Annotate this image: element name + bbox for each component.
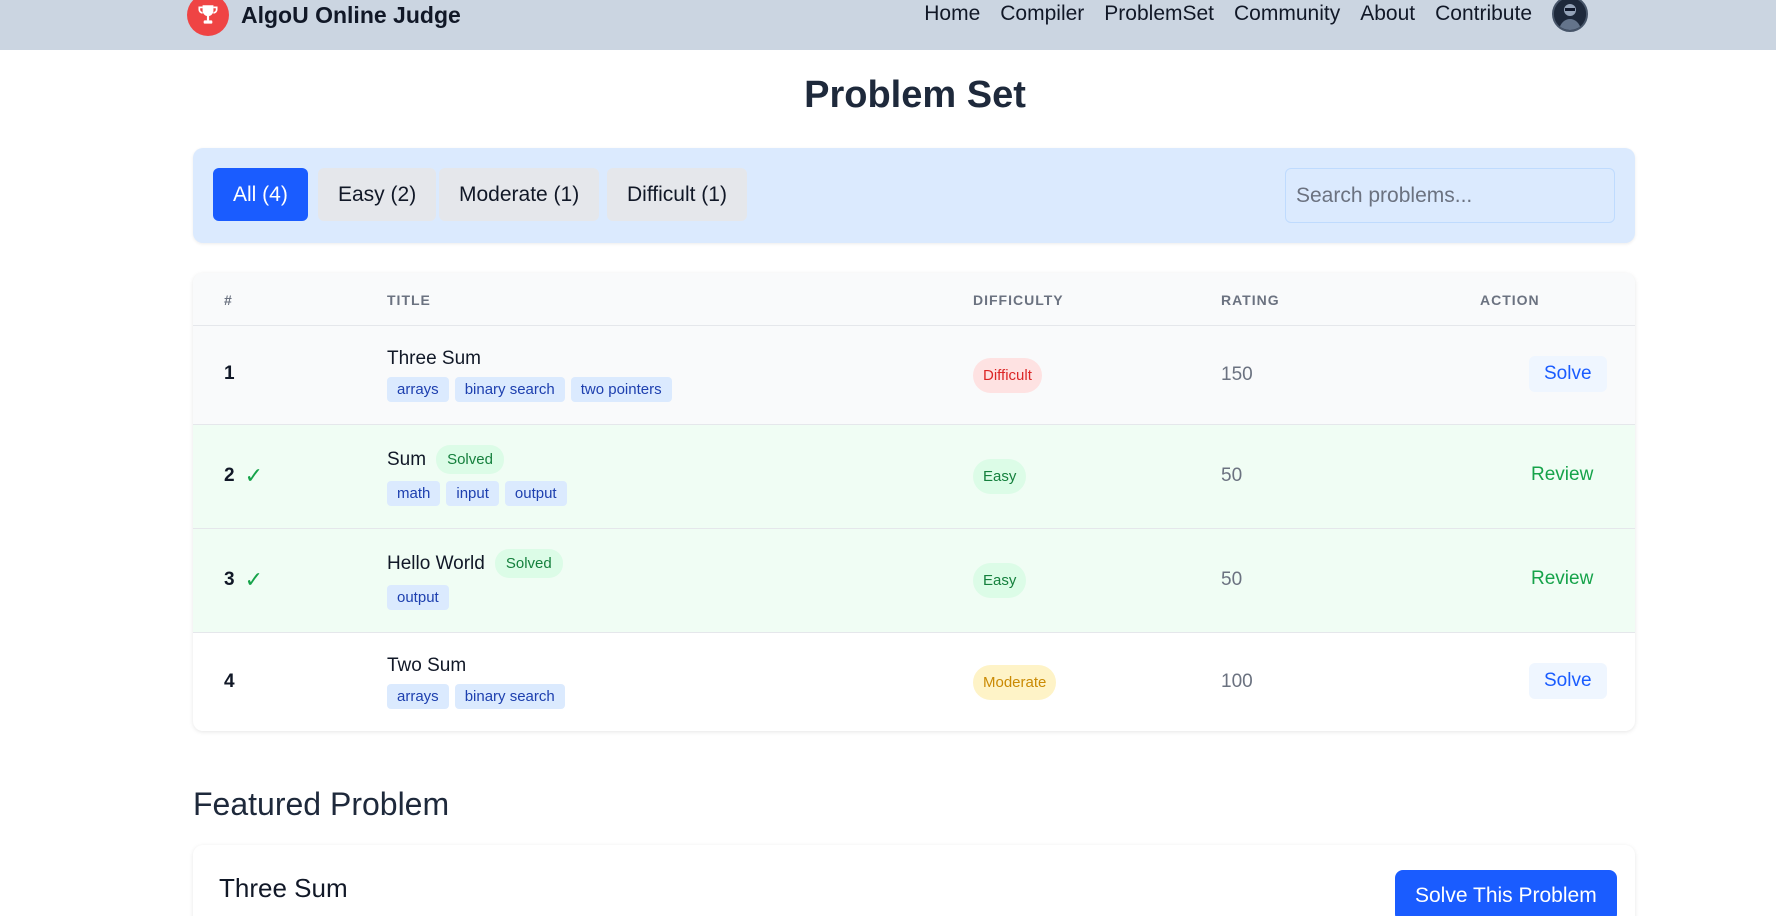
difficulty-badge: Moderate — [973, 665, 1057, 700]
problem-title[interactable]: Hello World — [387, 553, 485, 575]
tag-list: math input output — [387, 481, 567, 506]
table-row: 2 ✓ Sum Solved math input output Easy 50… — [193, 425, 1635, 529]
difficulty-badge: Difficult — [973, 358, 1042, 393]
search-input[interactable] — [1285, 168, 1615, 223]
tag: arrays — [387, 684, 449, 709]
solve-button[interactable]: Solve — [1529, 663, 1607, 699]
tag-list: arrays binary search — [387, 684, 565, 709]
featured-card: Three Sum Solve This Problem — [193, 845, 1635, 916]
table-row: 1 Three Sum arrays binary search two poi… — [193, 326, 1635, 425]
solved-badge: Solved — [494, 549, 563, 578]
filter-easy-button[interactable]: Easy (2) — [318, 168, 437, 221]
nav-problemset[interactable]: ProblemSet — [1104, 2, 1214, 26]
nav-contribute[interactable]: Contribute — [1435, 2, 1532, 26]
problems-table: # TITLE DIFFICULTY RATING ACTION 1 Three… — [193, 273, 1635, 731]
table-header: # TITLE DIFFICULTY RATING ACTION — [193, 273, 1635, 326]
featured-title: Three Sum — [219, 873, 348, 903]
problem-title-cell: Sum Solved math input output — [387, 445, 567, 506]
problem-title-cell: Hello World Solved output — [387, 549, 563, 610]
tag: arrays — [387, 377, 449, 402]
header-rating: RATING — [1221, 292, 1280, 308]
check-icon: ✓ — [244, 463, 264, 488]
solve-featured-button[interactable]: Solve This Problem — [1395, 870, 1617, 916]
row-number: 3 ✓ — [224, 567, 264, 592]
filter-all-button[interactable]: All (4) — [213, 168, 308, 221]
header-num: # — [224, 292, 233, 308]
tag-list: arrays binary search two pointers — [387, 377, 672, 402]
difficulty-badge: Easy — [973, 563, 1027, 598]
tag: binary search — [454, 377, 565, 402]
row-number: 4 — [224, 671, 235, 692]
row-number: 1 — [224, 363, 235, 384]
rating-value: 50 — [1221, 569, 1243, 590]
tag: output — [387, 585, 449, 610]
filter-difficult-button[interactable]: Difficult (1) — [607, 168, 747, 221]
nav-home[interactable]: Home — [924, 2, 980, 26]
nav-compiler[interactable]: Compiler — [1000, 2, 1084, 26]
check-icon: ✓ — [244, 567, 264, 592]
navbar: AlgoU Online Judge Home Compiler Problem… — [0, 0, 1776, 50]
brand[interactable]: AlgoU Online Judge — [187, 0, 461, 36]
rating-value: 100 — [1221, 671, 1253, 692]
row-number: 2 ✓ — [224, 463, 264, 488]
filter-bar: All (4) Easy (2) Moderate (1) Difficult … — [193, 148, 1635, 243]
header-difficulty: DIFFICULTY — [973, 292, 1064, 308]
rating-value: 150 — [1221, 364, 1253, 385]
problem-title[interactable]: Three Sum — [387, 348, 481, 370]
header-action: ACTION — [1480, 292, 1540, 308]
featured-heading: Featured Problem — [193, 786, 450, 822]
trophy-icon — [187, 0, 229, 36]
tag: input — [446, 481, 499, 506]
filter-moderate-button[interactable]: Moderate (1) — [439, 168, 600, 221]
problem-title-cell: Three Sum arrays binary search two point… — [387, 348, 672, 402]
tag-list: output — [387, 585, 563, 610]
nav-links: Home Compiler ProblemSet Community About… — [924, 0, 1588, 32]
brand-name: AlgoU Online Judge — [241, 1, 461, 28]
tag: binary search — [454, 684, 565, 709]
avatar[interactable] — [1552, 0, 1588, 32]
tag: output — [504, 481, 567, 506]
problem-title-cell: Two Sum arrays binary search — [387, 655, 565, 709]
rating-value: 50 — [1221, 465, 1243, 486]
nav-community[interactable]: Community — [1234, 2, 1340, 26]
tag: two pointers — [570, 377, 672, 402]
nav-about[interactable]: About — [1360, 2, 1415, 26]
tag: math — [387, 481, 441, 506]
table-row: 3 ✓ Hello World Solved output Easy 50 Re… — [193, 529, 1635, 633]
page-title: Problem Set — [804, 74, 1026, 116]
review-button[interactable]: Review — [1531, 561, 1593, 597]
solve-button[interactable]: Solve — [1529, 356, 1607, 392]
problem-title[interactable]: Sum — [387, 449, 426, 471]
review-button[interactable]: Review — [1531, 457, 1593, 493]
solved-badge: Solved — [436, 445, 504, 474]
table-row: 4 Two Sum arrays binary search Moderate … — [193, 633, 1635, 731]
problem-title[interactable]: Two Sum — [387, 655, 466, 677]
user-avatar-icon — [1554, 0, 1586, 30]
difficulty-badge: Easy — [973, 459, 1027, 494]
header-title: TITLE — [387, 292, 431, 308]
